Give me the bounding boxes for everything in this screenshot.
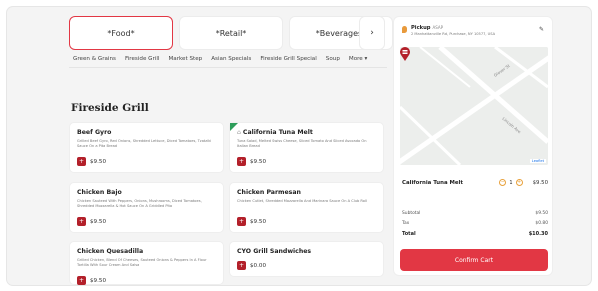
menu-item-california-tuna-melt[interactable]: ⌂ California Tuna Melt Tuna Salad, Melte… bbox=[229, 122, 384, 173]
item-price: $9.50 bbox=[250, 218, 267, 225]
edit-pencil-icon[interactable]: ✎ bbox=[539, 26, 544, 33]
category-card-food[interactable]: *Food* bbox=[69, 16, 173, 50]
item-description: Chicken Cutlet, Shredded Mozzarella And … bbox=[237, 199, 367, 203]
decrease-quantity-button[interactable]: − bbox=[499, 179, 507, 186]
pickup-address: 2 Manhattanville Rd, Purchase, NY 10577,… bbox=[411, 32, 496, 36]
plus-icon: + bbox=[78, 217, 85, 225]
pickup-time: ASAP bbox=[432, 25, 444, 30]
quantity-value: 1 bbox=[509, 179, 513, 186]
item-name: Chicken Bajo bbox=[77, 189, 122, 196]
item-description: Grilled Chicken, Blend Of Cheeses, Saute… bbox=[77, 258, 207, 267]
item-name: Chicken Quesadilla bbox=[77, 248, 144, 255]
plus-icon: + bbox=[238, 157, 245, 165]
item-name: ⌂ California Tuna Melt bbox=[237, 129, 376, 136]
total-value: $10.30 bbox=[528, 231, 548, 237]
subcategory-asian-specials[interactable]: Asian Specials bbox=[211, 56, 251, 62]
item-name: CYO Grill Sandwiches bbox=[237, 248, 312, 255]
app-frame: *Food* *Retail* *Beverages* › Green & Gr… bbox=[7, 7, 591, 285]
cart-item-name: California Tuna Melt bbox=[402, 179, 463, 186]
item-price: $9.50 bbox=[90, 158, 107, 165]
increase-quantity-button[interactable]: + bbox=[515, 179, 523, 186]
subcategory-green-grains[interactable]: Green & Grains bbox=[73, 56, 116, 62]
new-tag-icon bbox=[230, 123, 238, 131]
item-price: $9.50 bbox=[90, 218, 107, 225]
add-item-button[interactable]: + bbox=[77, 157, 86, 166]
confirm-cart-label: Confirm Cart bbox=[454, 256, 494, 264]
pickup-title: Pickup ASAP bbox=[411, 25, 495, 31]
tax-label: Tax bbox=[402, 221, 410, 226]
category-label: *Retail* bbox=[215, 28, 247, 38]
item-name: Chicken Parmesan bbox=[237, 189, 301, 196]
confirm-cart-button[interactable]: Confirm Cart bbox=[400, 249, 548, 271]
category-next-button[interactable]: › bbox=[359, 16, 385, 50]
menu-item-cyo-grill-sandwiches[interactable]: CYO Grill Sandwiches + $0.00 bbox=[229, 241, 384, 277]
item-description: Chicken Sauteed With Peppers, Onions, Mu… bbox=[77, 199, 202, 208]
total-label: Total bbox=[402, 231, 416, 237]
menu-item-chicken-parmesan[interactable]: Chicken Parmesan Chicken Cutlet, Shredde… bbox=[229, 182, 384, 233]
divider bbox=[69, 67, 387, 68]
cart-line-item: California Tuna Melt − 1 + $9.50 bbox=[402, 179, 548, 186]
subcategory-nav: Green & Grains Fireside Grill Market Ste… bbox=[73, 56, 367, 62]
pickup-info: Pickup ASAP 2 Manhattanville Rd, Purchase… bbox=[402, 25, 495, 36]
subcategory-fireside-grill-special[interactable]: Fireside Grill Special bbox=[260, 56, 316, 62]
add-item-button[interactable]: + bbox=[237, 157, 246, 166]
tax-value: $0.80 bbox=[535, 221, 548, 226]
location-map[interactable]: Glover St Lincoln Ave Leaflet bbox=[400, 47, 548, 165]
subcategory-soup[interactable]: Soup bbox=[326, 56, 340, 62]
subtotal-label: Subtotal bbox=[402, 211, 421, 216]
map-attribution[interactable]: Leaflet bbox=[529, 159, 546, 163]
menu-item-chicken-quesadilla[interactable]: Chicken Quesadilla Grilled Chicken, Blen… bbox=[69, 241, 224, 285]
category-card-retail[interactable]: *Retail* bbox=[179, 16, 283, 50]
item-price: $9.50 bbox=[250, 158, 267, 165]
category-row: *Food* *Retail* *Beverages* bbox=[69, 16, 393, 50]
add-item-button[interactable]: + bbox=[77, 276, 86, 285]
cart-totals: Subtotal $9.50 Tax $0.80 Total $10.30 bbox=[402, 211, 548, 242]
menu-item-beef-gyro[interactable]: Beef Gyro Grilled Beef Gyro, Red Onions,… bbox=[69, 122, 224, 173]
location-pin-icon bbox=[402, 26, 407, 33]
add-item-button[interactable]: + bbox=[77, 217, 86, 226]
plus-icon: + bbox=[238, 217, 245, 225]
cart-item-price: $9.50 bbox=[532, 179, 548, 186]
item-description: Grilled Beef Gyro, Red Onions, Shredded … bbox=[77, 139, 212, 148]
map-marker-icon bbox=[400, 47, 410, 61]
add-item-button[interactable]: + bbox=[237, 217, 246, 226]
item-price: $9.50 bbox=[90, 277, 107, 284]
subcategory-fireside-grill[interactable]: Fireside Grill bbox=[125, 56, 160, 62]
subcategory-market-step[interactable]: Market Step bbox=[168, 56, 202, 62]
item-name-text: California Tuna Melt bbox=[242, 129, 313, 136]
plus-icon: + bbox=[238, 261, 245, 269]
plus-icon: + bbox=[78, 157, 85, 165]
category-label: *Food* bbox=[107, 28, 135, 38]
add-item-button[interactable]: + bbox=[237, 261, 246, 270]
subtotal-value: $9.50 bbox=[535, 211, 548, 216]
quantity-stepper: − 1 + bbox=[499, 179, 523, 186]
item-description: Tuna Salad, Melted Swiss Cheese, Sliced … bbox=[237, 139, 367, 148]
item-name: Beef Gyro bbox=[77, 129, 112, 136]
menu-item-chicken-bajo[interactable]: Chicken Bajo Chicken Sauteed With Pepper… bbox=[69, 182, 224, 233]
map-streets: Glover St Lincoln Ave bbox=[400, 47, 548, 165]
plus-icon: + bbox=[78, 276, 85, 284]
item-price: $0.00 bbox=[250, 262, 267, 269]
pickup-label: Pickup bbox=[411, 25, 431, 31]
section-title: Fireside Grill bbox=[71, 102, 149, 114]
subcategory-more[interactable]: More ▾ bbox=[349, 56, 367, 62]
chevron-right-icon: › bbox=[370, 28, 374, 38]
cart-panel: Pickup ASAP 2 Manhattanville Rd, Purchase… bbox=[393, 16, 553, 276]
